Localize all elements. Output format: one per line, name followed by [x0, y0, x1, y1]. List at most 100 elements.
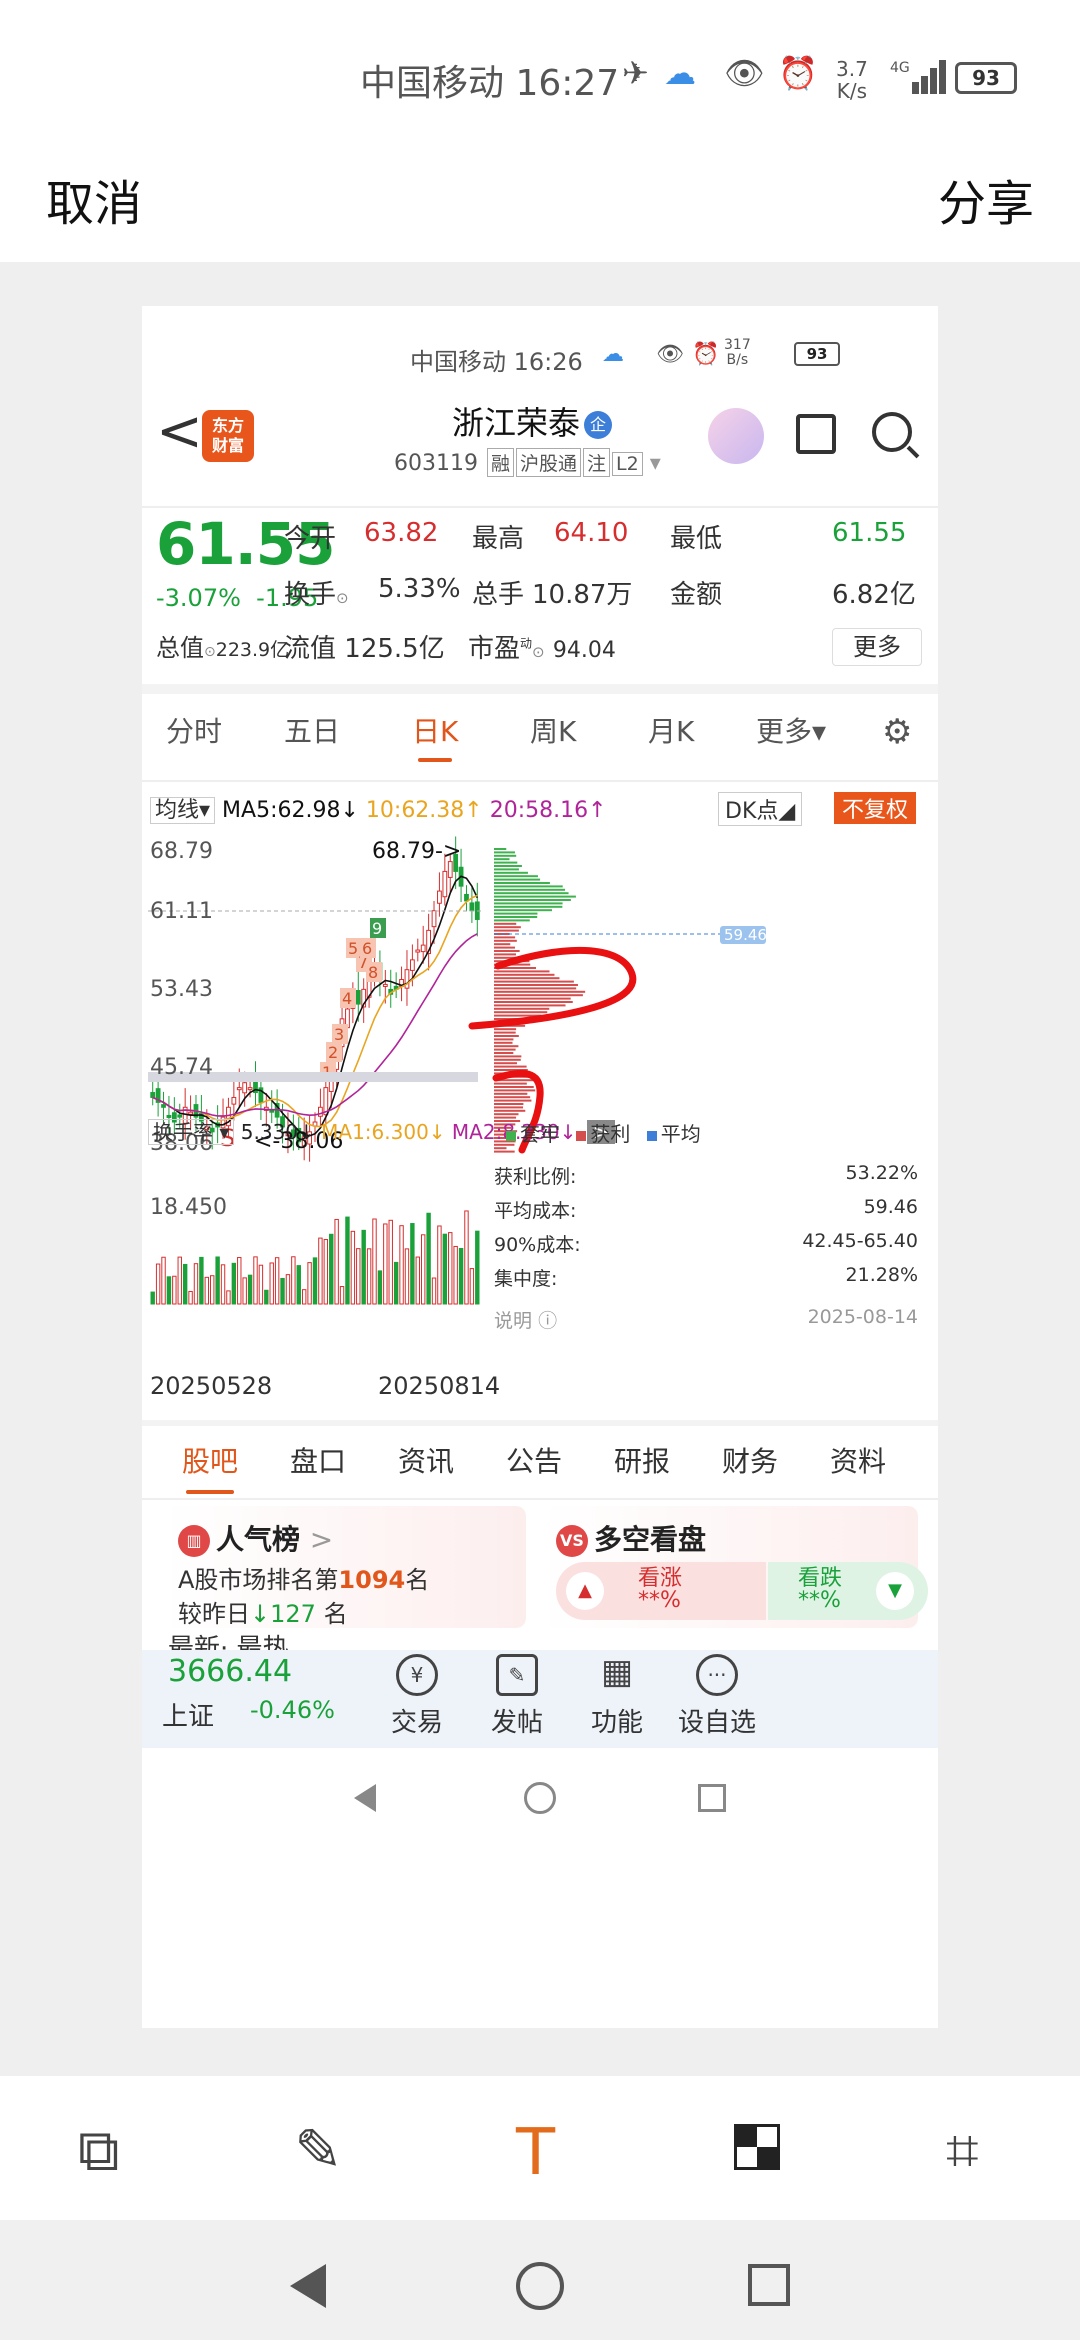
volume-bar — [356, 1248, 361, 1305]
volume-bar — [399, 1225, 404, 1305]
stock-code-row[interactable]: 603119 融沪股通注 L2 ▾ — [394, 448, 661, 477]
volume-bar — [469, 1268, 475, 1305]
mosaic-blur-icon[interactable] — [734, 2124, 780, 2170]
candle-body — [382, 983, 388, 987]
assistant-avatar[interactable] — [708, 408, 764, 464]
share-external-icon[interactable] — [796, 414, 836, 454]
volume-bar — [372, 1218, 377, 1305]
nav-add-watchlist[interactable]: ··· 设自选 — [672, 1650, 762, 1739]
volume-bar — [253, 1256, 258, 1305]
chip-bar — [494, 973, 555, 976]
chip-bar — [494, 1007, 550, 1010]
chip-bar — [494, 1052, 514, 1054]
chip-bar — [494, 994, 583, 997]
inner-system-nav — [142, 1748, 938, 1848]
chip-bar — [494, 885, 563, 888]
app-logo[interactable]: 东方 财富 — [202, 410, 254, 462]
inner-status-bar: 中国移动 16:26 ☁ 👁 ⏰ 317 B/s 93 — [142, 306, 938, 386]
volume-bar — [204, 1276, 210, 1305]
candle-body — [242, 1082, 248, 1094]
turnover-value: 5.33% — [378, 574, 461, 604]
volume-ma1: MA1:6.300↓ — [321, 1120, 446, 1144]
volume-select[interactable]: 换手率 ▾ — [148, 1119, 235, 1145]
candle-body — [231, 1096, 237, 1105]
more-button[interactable]: 更多 — [832, 628, 922, 666]
volume-bar — [345, 1216, 350, 1305]
no-adjust-button[interactable]: 不复权 — [834, 792, 917, 824]
high-label: 最高 — [472, 524, 525, 554]
chip-bar — [494, 1065, 527, 1068]
chip-bar — [494, 1004, 566, 1007]
candle-body — [442, 870, 448, 898]
volume-bar — [199, 1256, 204, 1305]
tab-daily-k[interactable]: 日K — [412, 710, 458, 762]
chip-note-link[interactable]: 说明 — [494, 1310, 532, 1332]
chip-bar — [494, 1041, 513, 1044]
tab-finance[interactable]: 财务 — [722, 1440, 778, 1480]
bullish-button[interactable]: ▲ 看涨 **% — [556, 1562, 766, 1620]
tab-monthly-k[interactable]: 月K — [648, 710, 694, 750]
volume-bar — [420, 1234, 426, 1305]
tab-weekly-k[interactable]: 周K — [530, 710, 576, 750]
divider — [142, 780, 938, 782]
inner-network-speed: 317 B/s — [724, 337, 751, 368]
tab-more[interactable]: 更多▾ — [756, 710, 826, 750]
date-start: 20250528 — [150, 1372, 273, 1400]
back-icon[interactable] — [290, 2264, 326, 2308]
pen-tool-icon[interactable]: ✎ — [294, 2116, 343, 2184]
volume-bar — [437, 1225, 442, 1305]
ma-select[interactable]: 均线▾ — [150, 797, 216, 824]
tab-orderbook[interactable]: 盘口 — [290, 1440, 346, 1480]
mosaic-tool-icon[interactable]: ⧉ — [78, 2116, 119, 2185]
chip-bar — [494, 848, 507, 850]
home-icon[interactable] — [516, 2262, 564, 2310]
more-dots-icon: ··· — [696, 1654, 738, 1696]
tab-research[interactable]: 研报 — [614, 1440, 670, 1480]
turnover-label: 换手⊙ — [284, 580, 349, 610]
gear-icon[interactable]: ⚙ — [882, 712, 912, 752]
info-icon[interactable]: ⓘ — [538, 1310, 557, 1332]
tick-last: 61.11 — [150, 899, 213, 924]
tag-margin: 融 — [486, 448, 514, 477]
volume-bar — [280, 1277, 285, 1305]
nav-post[interactable]: ✎ 发帖 — [472, 1650, 562, 1739]
alarm-icon: ⏰ — [778, 54, 818, 92]
popularity-card[interactable]: ▥ 人气榜 > A股市场排名第1094名 较昨日↓127 名 — [164, 1506, 526, 1628]
chip-bar — [494, 1086, 534, 1088]
crop-tool-icon[interactable]: ⌗ — [946, 2116, 979, 2185]
nav-functions[interactable]: ▦ 功能 — [572, 1650, 662, 1739]
status-bar: 中国移动 16:27 ✈ ☁ 👁 ⏰ 3.7 K/s 4G 93 — [0, 0, 1080, 150]
candle-body — [469, 902, 475, 912]
nav-trade[interactable]: ¥ 交易 — [372, 1650, 462, 1739]
text-tool-icon[interactable]: T — [516, 2116, 555, 2190]
kline-chart[interactable]: 123457689 59.46 68.79 61.11 53.43 45.74 … — [142, 834, 938, 1374]
volume-bar — [393, 1261, 399, 1305]
recents-icon[interactable] — [748, 2264, 790, 2306]
chip-bar — [494, 1103, 524, 1105]
chip-bar — [494, 1089, 536, 1092]
cancel-button[interactable]: 取消 — [46, 164, 142, 234]
ma10-value: 10:62.38↑ — [365, 798, 483, 823]
ma5-value: MA5:62.98↓ — [222, 798, 359, 823]
tag-registration: 注 — [583, 448, 611, 477]
chip-bar — [494, 1109, 526, 1112]
search-icon[interactable] — [872, 412, 912, 452]
chip-bar — [494, 1062, 517, 1065]
tab-profile[interactable]: 资料 — [830, 1440, 886, 1480]
volume-bar — [210, 1275, 215, 1305]
candle-body — [431, 910, 437, 928]
editor-toolbar: ⧉ ✎ T ⌗ — [0, 2076, 1080, 2220]
share-button[interactable]: 分享 — [938, 164, 1034, 234]
tab-intraday[interactable]: 分时 — [166, 710, 222, 750]
index-value[interactable]: 3666.44 — [168, 1654, 292, 1689]
candle-body — [415, 949, 421, 953]
bearish-button[interactable]: 看跌 **% ▼ — [768, 1562, 928, 1620]
tab-news[interactable]: 资讯 — [398, 1440, 454, 1480]
back-icon[interactable]: < — [156, 402, 203, 462]
tab-forum[interactable]: 股吧 — [182, 1440, 238, 1494]
tab-five-day[interactable]: 五日 — [284, 710, 340, 750]
volume-bar — [464, 1210, 469, 1305]
chip-bar — [494, 1150, 515, 1153]
dk-point-button[interactable]: DK点◢ — [718, 792, 803, 826]
tab-announcements[interactable]: 公告 — [506, 1440, 562, 1480]
